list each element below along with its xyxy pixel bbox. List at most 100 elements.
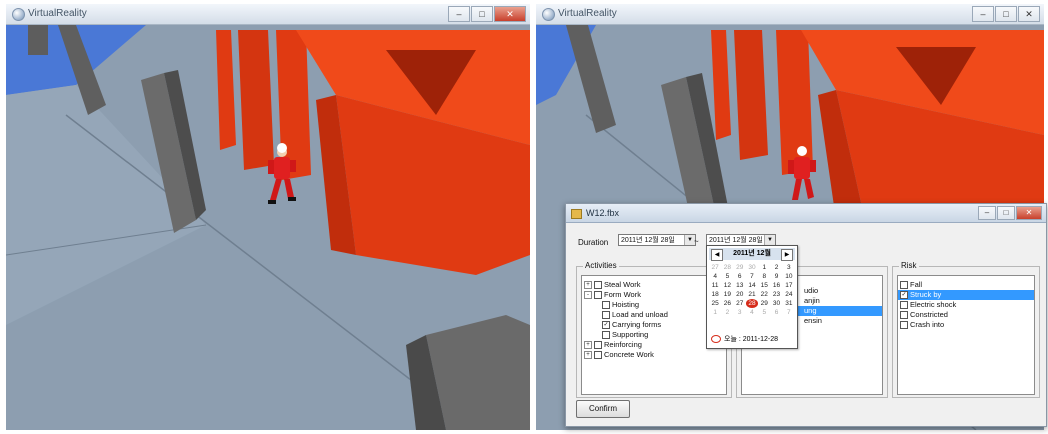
calendar-day[interactable]: 8	[758, 272, 770, 281]
calendar-day[interactable]: 14	[746, 281, 758, 290]
calendar-day[interactable]: 23	[770, 290, 782, 299]
calendar-day[interactable]: 9	[770, 272, 782, 281]
calendar-week-row: 18 19 20 21 22 23 24	[709, 290, 795, 299]
risk-group: Risk Fall ✓ Struck by Electric shock Con…	[892, 261, 1040, 398]
calendar-day[interactable]: 5	[758, 308, 770, 317]
close-icon[interactable]: ✕	[494, 6, 526, 22]
calendar-day[interactable]: 15	[758, 281, 770, 290]
left-3d-scene[interactable]	[6, 25, 530, 430]
calendar-day[interactable]: 26	[721, 299, 733, 308]
calendar-day[interactable]: 30	[746, 263, 758, 272]
checkbox-icon[interactable]	[594, 351, 602, 359]
calendar-day[interactable]: 22	[758, 290, 770, 299]
calendar-day[interactable]: 20	[734, 290, 746, 299]
tree-item-carrying-forms[interactable]: ✓ Carrying forms	[602, 320, 661, 330]
risk-list[interactable]: Fall ✓ Struck by Electric shock Constric…	[897, 275, 1035, 395]
checkbox-icon[interactable]	[900, 311, 908, 319]
checkbox-icon[interactable]	[900, 301, 908, 309]
checkbox-icon[interactable]	[900, 321, 908, 329]
tree-item-concrete-work[interactable]: + Concrete Work	[584, 350, 654, 360]
calendar-today-row[interactable]: 오늘 : 2011-12-28	[711, 334, 778, 344]
calendar-day[interactable]: 29	[758, 299, 770, 308]
calendar-day[interactable]: 6	[734, 272, 746, 281]
checkbox-icon[interactable]	[602, 301, 610, 309]
checkbox-icon[interactable]	[594, 291, 602, 299]
expand-icon[interactable]: +	[584, 351, 592, 359]
risk-item-fall[interactable]: Fall	[898, 280, 1034, 290]
checked-checkbox-icon[interactable]: ✓	[900, 291, 908, 299]
risk-item-constricted[interactable]: Constricted	[898, 310, 1034, 320]
checkbox-icon[interactable]	[594, 281, 602, 289]
dialog-titlebar[interactable]: W12.fbx – □ ✕	[566, 204, 1046, 223]
next-month-icon[interactable]: ▶	[781, 249, 793, 261]
calendar-day[interactable]: 21	[746, 290, 758, 299]
start-date-value: 2011년 12월 28일	[621, 237, 675, 244]
calendar-day[interactable]: 7	[746, 272, 758, 281]
risk-item-label: Crash into	[910, 320, 945, 329]
risk-item-struck-by[interactable]: ✓ Struck by	[898, 290, 1034, 300]
calendar-day[interactable]: 30	[770, 299, 782, 308]
collapse-icon[interactable]: -	[584, 291, 592, 299]
maximize-icon[interactable]: □	[997, 206, 1015, 220]
minimize-icon[interactable]: –	[978, 206, 996, 220]
start-date-picker[interactable]: 2011년 12월 28일 ▼	[618, 234, 696, 246]
calendar-day[interactable]: 27	[709, 263, 721, 272]
calendar-day[interactable]: 2	[721, 308, 733, 317]
checkbox-icon[interactable]	[900, 281, 908, 289]
right-window-titlebar[interactable]: VirtualReality – □ ✕	[536, 4, 1044, 25]
calendar-day[interactable]: 3	[783, 263, 795, 272]
tree-item-supporting[interactable]: Supporting	[602, 330, 648, 340]
duration-label: Duration	[578, 238, 609, 247]
calendar-day[interactable]: 1	[758, 263, 770, 272]
tree-item-steal-work[interactable]: + Steal Work	[584, 280, 641, 290]
expand-icon[interactable]: +	[584, 281, 592, 289]
calendar-day[interactable]: 31	[783, 299, 795, 308]
calendar-day[interactable]: 12	[721, 281, 733, 290]
calendar-day[interactable]: 1	[709, 308, 721, 317]
checkbox-icon[interactable]	[594, 341, 602, 349]
calendar-day[interactable]: 17	[783, 281, 795, 290]
close-icon[interactable]: ✕	[1016, 206, 1042, 220]
calendar-day[interactable]: 7	[783, 308, 795, 317]
left-window-titlebar[interactable]: VirtualReality – □ ✕	[6, 4, 530, 25]
close-icon[interactable]: ✕	[1018, 6, 1040, 22]
checkbox-icon[interactable]	[602, 311, 610, 319]
checked-checkbox-icon[interactable]: ✓	[602, 321, 610, 329]
expand-icon[interactable]: +	[584, 341, 592, 349]
calendar-day[interactable]: 19	[721, 290, 733, 299]
calendar-day[interactable]: 29	[734, 263, 746, 272]
calendar-day[interactable]: 11	[709, 281, 721, 290]
risk-item-crash-into[interactable]: Crash into	[898, 320, 1034, 330]
tree-item-hoisting[interactable]: Hoisting	[602, 300, 639, 310]
calendar-day[interactable]: 18	[709, 290, 721, 299]
calendar-day[interactable]: 16	[770, 281, 782, 290]
tree-item-label: Concrete Work	[604, 350, 654, 359]
risk-item-electric-shock[interactable]: Electric shock	[898, 300, 1034, 310]
checkbox-icon[interactable]	[602, 331, 610, 339]
calendar-day[interactable]: 24	[783, 290, 795, 299]
calendar-day[interactable]: 4	[746, 308, 758, 317]
chevron-down-icon[interactable]: ▼	[764, 235, 775, 245]
calendar-day[interactable]: 3	[734, 308, 746, 317]
minimize-icon[interactable]: –	[972, 6, 994, 22]
calendar-day[interactable]: 28	[745, 299, 759, 308]
today-label: 오늘 : 2011-12-28	[724, 336, 779, 343]
minimize-icon[interactable]: –	[448, 6, 470, 22]
calendar-day[interactable]: 10	[783, 272, 795, 281]
calendar-day[interactable]: 5	[721, 272, 733, 281]
calendar-day[interactable]: 2	[770, 263, 782, 272]
calendar-day[interactable]: 27	[734, 299, 746, 308]
calendar-day[interactable]: 28	[721, 263, 733, 272]
wall-panel	[776, 30, 813, 175]
tree-item-reinforcing[interactable]: + Reinforcing	[584, 340, 642, 350]
prev-month-icon[interactable]: ◀	[711, 249, 723, 261]
confirm-button[interactable]: Confirm	[576, 400, 630, 418]
tree-item-load-and-unload[interactable]: Load and unload	[602, 310, 668, 320]
calendar-day[interactable]: 6	[770, 308, 782, 317]
calendar-day[interactable]: 4	[709, 272, 721, 281]
maximize-icon[interactable]: □	[471, 6, 493, 22]
calendar-day[interactable]: 13	[734, 281, 746, 290]
maximize-icon[interactable]: □	[995, 6, 1017, 22]
calendar-day[interactable]: 25	[709, 299, 721, 308]
tree-item-form-work[interactable]: - Form Work	[584, 290, 641, 300]
